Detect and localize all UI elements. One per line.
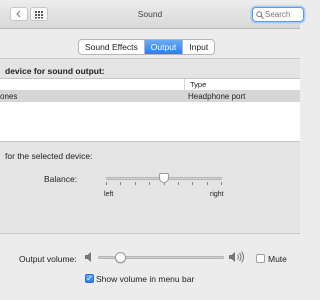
table-header: Type — [0, 79, 300, 91]
speaker-low-icon[interactable] — [84, 251, 94, 263]
speaker-high-icon[interactable] — [228, 250, 248, 264]
search-icon — [256, 11, 264, 19]
tab-input[interactable]: Input — [183, 40, 214, 54]
balance-right-label: right — [210, 191, 224, 198]
balance-thumb[interactable] — [159, 173, 169, 183]
search-input[interactable] — [265, 9, 303, 20]
balance-label: Balance: — [44, 174, 78, 184]
select-device-heading: device for sound output: — [5, 66, 105, 76]
balance-slider[interactable] — [106, 173, 222, 195]
mute-label: Mute — [268, 254, 287, 264]
tab-bar: Sound Effects Output Input — [78, 39, 216, 55]
show-volume-menubar-checkbox[interactable]: ✓ — [85, 274, 94, 283]
tab-output[interactable]: Output — [144, 40, 184, 54]
tab-sound-effects[interactable]: Sound Effects — [79, 40, 145, 54]
search-field[interactable] — [252, 7, 304, 22]
mute-checkbox[interactable] — [256, 254, 265, 263]
balance-left-label: left — [104, 191, 114, 198]
volume-thumb[interactable] — [115, 252, 127, 263]
output-volume-label: Output volume: — [19, 254, 77, 264]
column-divider — [184, 79, 185, 90]
settings-heading: for the selected device: — [5, 151, 93, 161]
table-row[interactable]: ones Headphone port — [0, 91, 300, 102]
output-volume-slider[interactable] — [98, 252, 224, 264]
device-table[interactable]: Type ones Headphone port — [0, 78, 300, 142]
column-header-type: Type — [190, 80, 207, 89]
show-volume-menubar-label: Show volume in menu bar — [96, 274, 195, 284]
device-type: Headphone port — [188, 92, 246, 101]
device-name: ones — [0, 92, 18, 101]
